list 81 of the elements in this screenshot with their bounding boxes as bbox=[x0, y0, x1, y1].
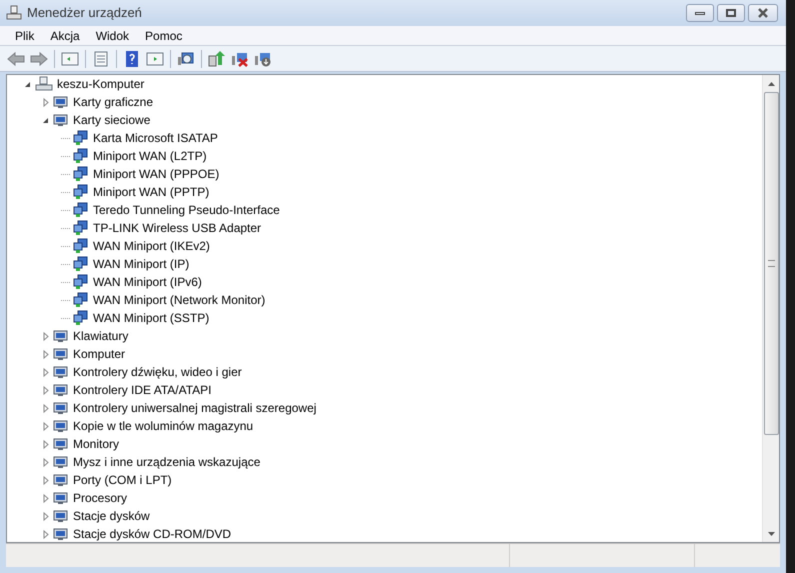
collapse-arrow-icon[interactable] bbox=[41, 116, 50, 124]
tree-item[interactable]: WAN Miniport (IKEv2) bbox=[92, 237, 211, 255]
network-adapter-icon bbox=[73, 166, 89, 182]
menu-item[interactable]: Plik bbox=[8, 26, 42, 44]
tree-item[interactable]: Miniport WAN (L2TP) bbox=[92, 147, 208, 165]
tree-item[interactable]: keszu-Komputer bbox=[56, 75, 146, 93]
tree-item[interactable]: Teredo Tunneling Pseudo-Interface bbox=[92, 201, 281, 219]
device-icon bbox=[53, 400, 69, 416]
network-adapter-icon bbox=[73, 130, 89, 146]
expand-arrow-icon[interactable] bbox=[41, 98, 50, 106]
tree-item[interactable]: Monitory bbox=[72, 435, 120, 453]
tree-item[interactable]: Miniport WAN (PPPOE) bbox=[92, 165, 220, 183]
device-icon bbox=[53, 418, 69, 434]
tree-item[interactable]: Stacje dysków bbox=[72, 507, 151, 525]
window-title: Menedżer urządzeń bbox=[27, 4, 143, 22]
scrollbar[interactable] bbox=[762, 75, 779, 542]
expand-arrow-icon[interactable] bbox=[41, 386, 50, 394]
menu-item[interactable]: Widok bbox=[88, 26, 136, 44]
expand-arrow-icon[interactable] bbox=[41, 422, 50, 430]
tree-item[interactable]: WAN Miniport (SSTP) bbox=[92, 309, 210, 327]
network-adapter-icon bbox=[73, 220, 89, 236]
tree-item[interactable]: Stacje dysków CD-ROM/DVD bbox=[72, 525, 232, 542]
device-icon bbox=[53, 526, 69, 542]
tree-item[interactable]: Kontrolery dźwięku, wideo i gier bbox=[72, 363, 243, 381]
tree-item[interactable]: Karta Microsoft ISATAP bbox=[92, 129, 219, 147]
app-icon bbox=[6, 5, 22, 21]
network-adapter-icon bbox=[73, 148, 89, 164]
device-icon bbox=[53, 454, 69, 470]
minimize-button[interactable] bbox=[686, 4, 714, 22]
tree-item[interactable]: Karty graficzne bbox=[72, 93, 154, 111]
update-driver-icon[interactable] bbox=[207, 48, 227, 68]
expand-arrow-icon[interactable] bbox=[41, 512, 50, 520]
device-icon bbox=[53, 94, 69, 110]
tree-item[interactable]: Klawiatury bbox=[72, 327, 130, 345]
tree-item[interactable]: Miniport WAN (PPTP) bbox=[92, 183, 210, 201]
network-adapter-icon bbox=[73, 202, 89, 218]
device-icon bbox=[53, 508, 69, 524]
expand-arrow-icon[interactable] bbox=[41, 530, 50, 538]
computer-icon bbox=[35, 76, 53, 92]
expand-arrow-icon[interactable] bbox=[41, 350, 50, 358]
tree-item[interactable]: Mysz i inne urządzenia wskazujące bbox=[72, 453, 262, 471]
device-icon bbox=[53, 472, 69, 488]
network-adapter-icon bbox=[73, 310, 89, 326]
tree-item[interactable]: Karty sieciowe bbox=[72, 111, 152, 129]
network-adapter-icon bbox=[73, 184, 89, 200]
tree-item[interactable]: Procesory bbox=[72, 489, 128, 507]
tree-item[interactable]: Kopie w tle woluminów magazynu bbox=[72, 417, 254, 435]
tree-item[interactable]: WAN Miniport (IP) bbox=[92, 255, 190, 273]
expand-arrow-icon[interactable] bbox=[41, 332, 50, 340]
expand-arrow-icon[interactable] bbox=[41, 458, 50, 466]
scroll-down-arrow-icon[interactable] bbox=[768, 532, 774, 536]
tree-item[interactable]: TP-LINK Wireless USB Adapter bbox=[92, 219, 262, 237]
tree-item[interactable]: Kontrolery uniwersalnej magistrali szeregowej bbox=[72, 399, 318, 417]
expand-arrow-icon[interactable] bbox=[41, 368, 50, 376]
tree-item[interactable]: Porty (COM i LPT) bbox=[72, 471, 173, 489]
network-adapter-icon bbox=[73, 274, 89, 290]
scroll-up-arrow-icon[interactable] bbox=[768, 82, 774, 86]
close-button[interactable] bbox=[748, 4, 778, 22]
expand-arrow-icon[interactable] bbox=[41, 476, 50, 484]
tree-item[interactable]: WAN Miniport (Network Monitor) bbox=[92, 291, 266, 309]
menu-item[interactable]: Akcja bbox=[43, 26, 87, 44]
device-icon bbox=[53, 346, 69, 362]
network-adapter-icon bbox=[73, 238, 89, 254]
device-icon bbox=[53, 436, 69, 452]
menu-item[interactable]: Pomoc bbox=[138, 26, 190, 44]
tree-item[interactable]: Kontrolery IDE ATA/ATAPI bbox=[72, 381, 212, 399]
expand-arrow-icon[interactable] bbox=[41, 404, 50, 412]
expand-arrow-icon[interactable] bbox=[41, 440, 50, 448]
network-adapter-icon bbox=[73, 292, 89, 308]
maximize-button[interactable] bbox=[717, 4, 745, 22]
device-icon bbox=[53, 112, 69, 128]
network-adapter-icon bbox=[73, 256, 89, 272]
device-icon bbox=[53, 382, 69, 398]
tree-item[interactable]: WAN Miniport (IPv6) bbox=[92, 273, 203, 291]
collapse-arrow-icon[interactable] bbox=[23, 80, 32, 88]
device-icon bbox=[53, 490, 69, 506]
device-icon bbox=[53, 328, 69, 344]
expand-arrow-icon[interactable] bbox=[41, 494, 50, 502]
tree-item[interactable]: Komputer bbox=[72, 345, 126, 363]
device-icon bbox=[53, 364, 69, 380]
close-icon bbox=[757, 8, 769, 18]
